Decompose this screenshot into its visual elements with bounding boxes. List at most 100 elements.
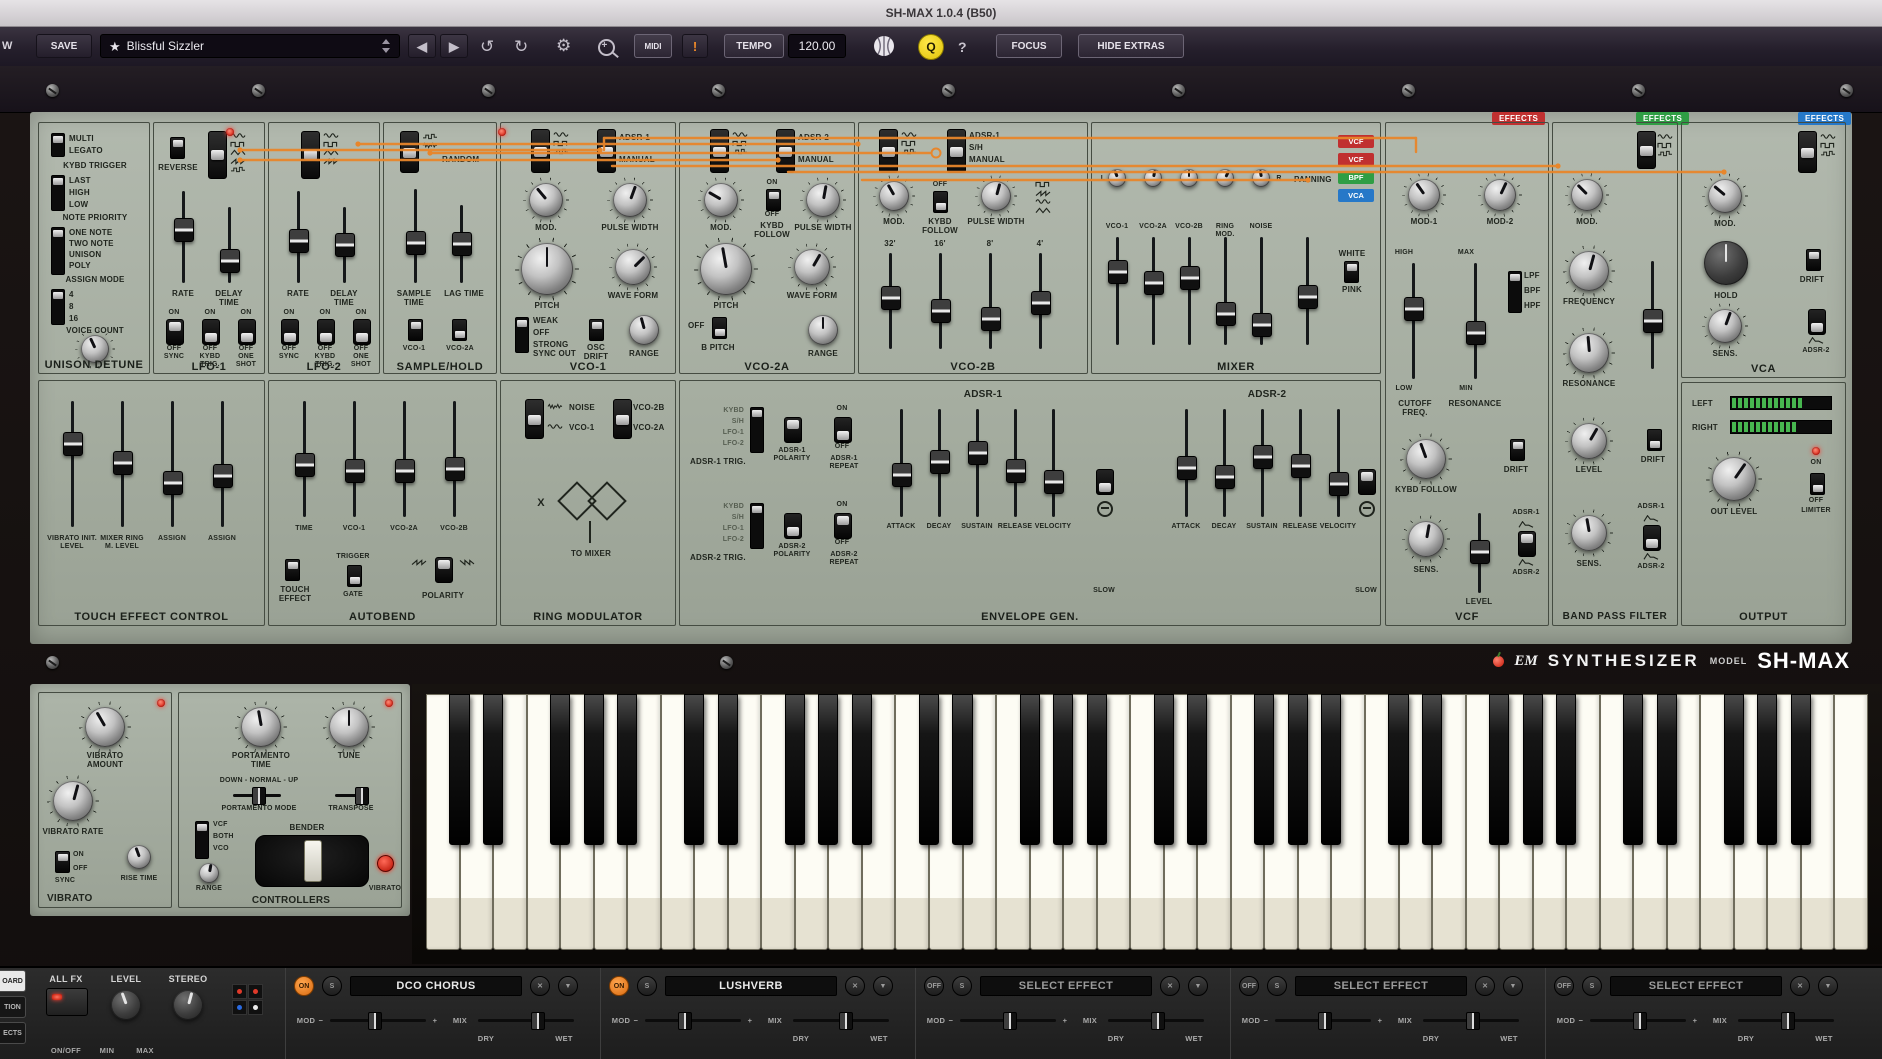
vco2a-b-pitch-switch[interactable]	[712, 317, 727, 339]
fx4-open-button[interactable]: ▼	[1503, 976, 1523, 996]
fx1-solo-button[interactable]: S	[322, 976, 342, 996]
fx5-mod-slider[interactable]	[1588, 1012, 1688, 1028]
vco2a-mod-knob[interactable]	[704, 183, 738, 217]
fx2-solo-button[interactable]: S	[637, 976, 657, 996]
piano-black-key[interactable]	[684, 694, 704, 845]
fx-matrix-cell[interactable]	[232, 1000, 247, 1015]
bpf-drift-switch[interactable]	[1647, 429, 1662, 451]
preset-field[interactable]: ★ Blissful Sizzler	[100, 34, 400, 58]
tab-effects[interactable]: ECTS	[0, 1022, 26, 1044]
adsr2-release-slider[interactable]	[1289, 407, 1311, 519]
piano-black-key[interactable]	[1422, 694, 1442, 845]
portamento-mode-switch[interactable]	[231, 787, 283, 803]
lfo1-kybd-trig-switch[interactable]	[202, 319, 220, 345]
fx3-open-button[interactable]: ▼	[1188, 976, 1208, 996]
mixer-pan-ringmod-knob[interactable]	[1216, 169, 1234, 187]
fx1-mix-slider[interactable]	[476, 1012, 576, 1028]
vibrato-amount-knob[interactable]	[85, 707, 125, 747]
rise-time-knob[interactable]	[127, 845, 151, 869]
fx4-power-button[interactable]: OFF	[1239, 976, 1259, 996]
fx-level-knob[interactable]	[111, 990, 141, 1020]
vca-drift-switch[interactable]	[1806, 249, 1821, 271]
vco2a-kybd-follow-switch[interactable]	[766, 189, 781, 211]
vco2b-pulse-width-knob[interactable]	[981, 181, 1011, 211]
fx5-power-button[interactable]: OFF	[1554, 976, 1574, 996]
bpf-mod-wave-selector[interactable]	[1637, 131, 1656, 169]
fx2-name[interactable]: LUSHVERB	[665, 976, 837, 996]
fx5-open-button[interactable]: ▼	[1818, 976, 1838, 996]
zoom-icon[interactable]	[598, 39, 615, 56]
redo-icon[interactable]: ↻	[514, 38, 528, 55]
fx2-open-button[interactable]: ▼	[873, 976, 893, 996]
vcf-sens-knob[interactable]	[1408, 521, 1444, 557]
focus-button[interactable]: FOCUS	[996, 34, 1062, 58]
bpf-frequency-knob[interactable]	[1569, 251, 1609, 291]
adsr2-repeat-switch[interactable]	[834, 513, 852, 539]
piano-black-key[interactable]	[550, 694, 570, 845]
vco2a-mod-wave-selector[interactable]	[710, 129, 729, 173]
fx3-name[interactable]: SELECT EFFECT	[980, 976, 1152, 996]
vco2a-pulse-width-knob[interactable]	[806, 183, 840, 217]
adsr1-decay-slider[interactable]	[928, 407, 950, 519]
vco1-range-knob[interactable]	[629, 315, 659, 345]
fx4-name[interactable]: SELECT EFFECT	[1295, 976, 1467, 996]
out-level-knob[interactable]	[1712, 457, 1756, 501]
voice-count-switch[interactable]	[51, 289, 65, 325]
bpf-resonance-knob[interactable]	[1569, 333, 1609, 373]
piano-black-key[interactable]	[1623, 694, 1643, 845]
vco2b-16ft-slider[interactable]	[929, 251, 951, 351]
piano-black-key[interactable]	[1757, 694, 1777, 845]
vcf-mod2-knob[interactable]	[1484, 179, 1516, 211]
vco2b-kybd-follow-switch[interactable]	[933, 191, 948, 213]
fx5-name[interactable]: SELECT EFFECT	[1610, 976, 1782, 996]
vibrato-button[interactable]	[377, 855, 394, 872]
vca-mod-wave-selector[interactable]	[1798, 131, 1817, 173]
tune-knob[interactable]	[329, 707, 369, 747]
prev-preset-button[interactable]: ◀	[408, 34, 436, 58]
fx5-close-button[interactable]: ✕	[1790, 976, 1810, 996]
vco2a-pitch-knob[interactable]	[700, 243, 752, 295]
portamento-time-knob[interactable]	[241, 707, 281, 747]
tempo-value[interactable]: 120.00	[788, 34, 846, 58]
vco1-osc-drift-switch[interactable]	[589, 319, 604, 341]
fx3-power-button[interactable]: OFF	[924, 976, 944, 996]
adsr2-trig-switch[interactable]	[750, 503, 764, 549]
warning-icon[interactable]: !	[682, 34, 708, 58]
bpf-sens-knob[interactable]	[1571, 515, 1607, 551]
vco2b-4ft-slider[interactable]	[1029, 251, 1051, 351]
undo-icon[interactable]: ↺	[480, 38, 494, 55]
vcf-kybd-follow-knob[interactable]	[1406, 439, 1446, 479]
ringmod-source1-selector[interactable]	[525, 399, 544, 439]
lfo1-reverse-switch[interactable]	[170, 137, 185, 159]
fx2-power-button[interactable]: ON	[609, 976, 629, 996]
globe-icon[interactable]	[872, 34, 896, 58]
touch-vibrato-slider[interactable]	[61, 399, 83, 529]
vibrato-rate-knob[interactable]	[53, 781, 93, 821]
piano-black-key[interactable]	[1321, 694, 1341, 845]
vibrato-on-off-switch[interactable]	[55, 851, 70, 873]
vco1-wave-form-knob[interactable]	[615, 249, 651, 285]
routing-tag-vca[interactable]: VCA	[1338, 189, 1374, 202]
piano-black-key[interactable]	[617, 694, 637, 845]
vcf-mod1-knob[interactable]	[1408, 179, 1440, 211]
vca-hold-knob[interactable]	[1704, 241, 1748, 285]
vcf-drift-switch[interactable]	[1510, 439, 1525, 461]
mixer-vco2a-slider[interactable]	[1142, 235, 1164, 347]
piano-black-key[interactable]	[718, 694, 738, 845]
adsr1-polarity-switch[interactable]	[784, 417, 802, 443]
autobend-vco2b-slider[interactable]	[443, 399, 465, 519]
routing-tag-bpf[interactable]: BPF	[1338, 171, 1374, 184]
bender-range-knob[interactable]	[199, 863, 219, 883]
view-button-partial[interactable]: W	[2, 40, 12, 52]
vco2b-mod-knob[interactable]	[879, 181, 909, 211]
routing-tag-vcf2[interactable]: VCF	[1338, 153, 1374, 166]
vca-adsr2-switch[interactable]	[1808, 309, 1826, 335]
mixer-master-slider[interactable]	[1296, 235, 1318, 347]
fx2-mod-slider[interactable]	[643, 1012, 743, 1028]
mixer-pan-noise-knob[interactable]	[1252, 169, 1270, 187]
mixer-pan-vco2b-knob[interactable]	[1180, 169, 1198, 187]
mixer-ringmod-slider[interactable]	[1214, 235, 1236, 347]
next-preset-button[interactable]: ▶	[440, 34, 468, 58]
piano-black-key[interactable]	[919, 694, 939, 845]
bpf-level-knob[interactable]	[1571, 423, 1607, 459]
